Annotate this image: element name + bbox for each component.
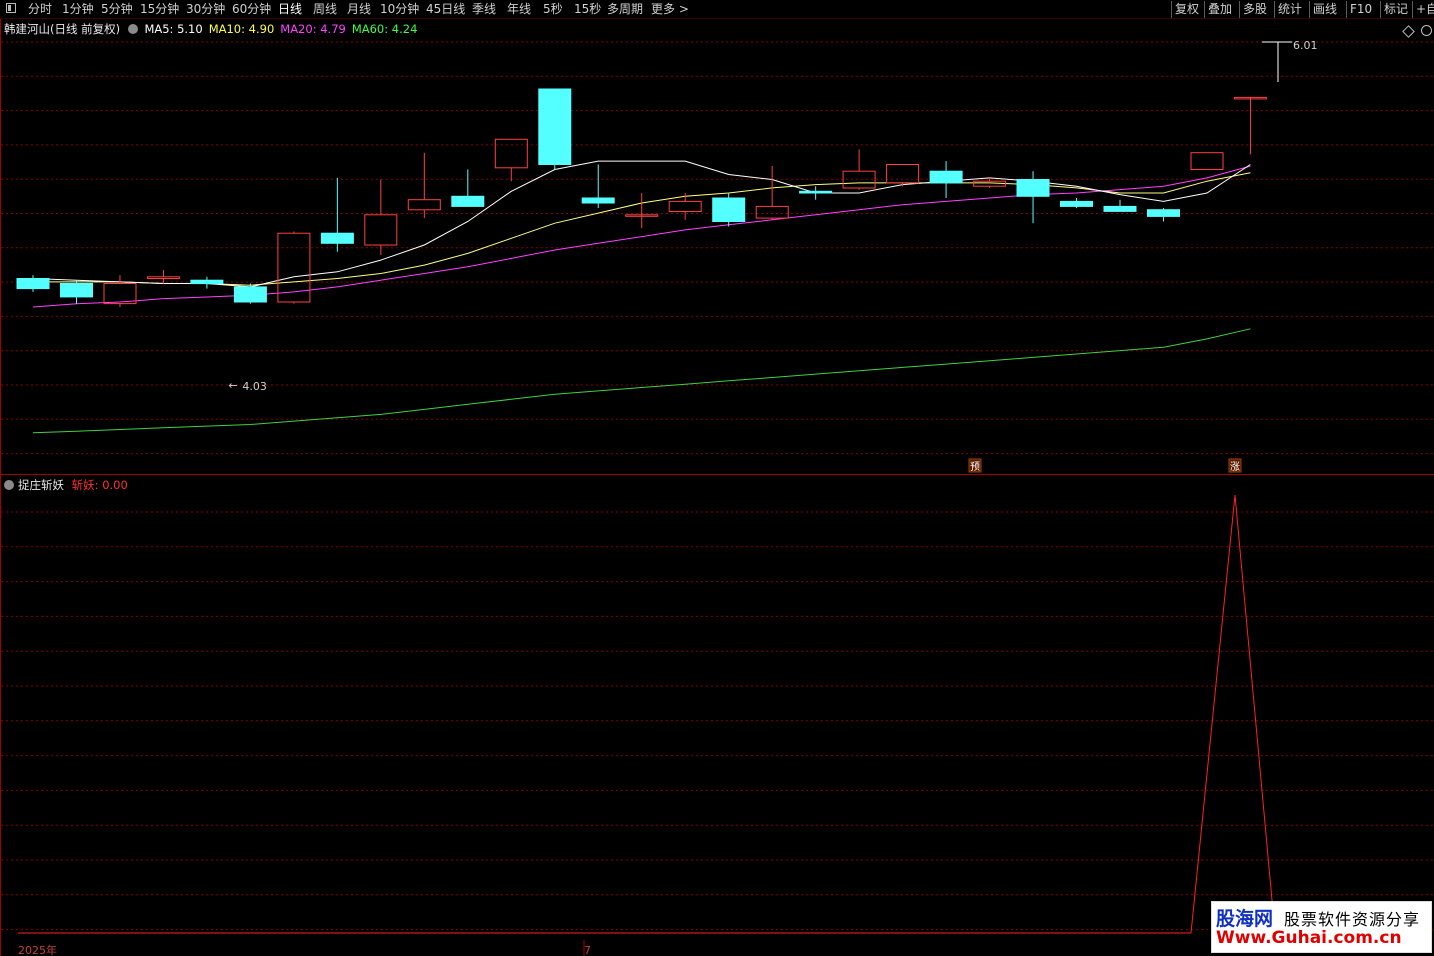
period-tab[interactable]: 季线: [472, 1, 496, 18]
indicator-value: 0.00: [102, 478, 128, 492]
period-tab[interactable]: 15秒: [574, 1, 601, 18]
period-tab[interactable]: 月线: [347, 1, 371, 18]
ma-legend-item: MA20: 4.79: [280, 22, 346, 36]
ma-legend-item: MA60: 4.24: [351, 22, 418, 36]
watermark-logo: 股海网: [1216, 908, 1274, 930]
period-tab[interactable]: 60分钟: [232, 1, 271, 18]
toolbar-separator: [1380, 1, 1381, 18]
toolbar-separator: [1309, 1, 1310, 18]
watermark-url: Www.Guhai.com.cn: [1216, 928, 1402, 948]
watermark: 股海网 股票软件资源分享 Www.Guhai.com.cn: [1211, 901, 1432, 953]
period-label: (日线 前复权): [50, 22, 121, 36]
toolbar-button[interactable]: 复权: [1175, 1, 1199, 18]
indicator-series-label: 斩妖:: [71, 478, 99, 492]
period-tab[interactable]: 45日线: [426, 1, 465, 18]
toolbar-separator: [1412, 1, 1413, 18]
indicator-panel[interactable]: 捉庄斩妖 斩妖: 0.00: [0, 474, 1434, 956]
toolbar-button[interactable]: F10: [1350, 1, 1372, 18]
toolbar-button[interactable]: 统计: [1278, 1, 1302, 18]
toolbar-separator: [1346, 1, 1347, 18]
ma-legend: MA5: 5.10 MA10: 4.90 MA20: 4.79 MA60: 4.24: [144, 22, 423, 36]
ma-settings-icon[interactable]: [127, 24, 138, 34]
sidebar-toggle-icon[interactable]: [6, 3, 16, 13]
indicator-name: 捉庄斩妖: [18, 478, 64, 492]
period-tab[interactable]: 更多 >: [651, 1, 689, 18]
indicator-settings-icon[interactable]: [4, 480, 14, 490]
period-tab[interactable]: 年线: [507, 1, 531, 18]
toolbar-button[interactable]: 画线: [1313, 1, 1337, 18]
period-tab[interactable]: 周线: [313, 1, 337, 18]
ma-legend-item: MA10: 4.90: [208, 22, 275, 36]
watermark-slogan: 股票软件资源分享: [1284, 910, 1421, 929]
toolbar-button[interactable]: 多股: [1243, 1, 1267, 18]
indicator-header: 捉庄斩妖 斩妖: 0.00: [4, 477, 128, 493]
toolbar-button[interactable]: 标记: [1384, 1, 1408, 18]
panel-circle-icon[interactable]: [1421, 25, 1432, 36]
toolbar-separator: [1171, 1, 1172, 18]
stock-name: 韩建河山: [4, 22, 50, 36]
period-tab[interactable]: 30分钟: [186, 1, 225, 18]
period-tab[interactable]: 15分钟: [140, 1, 179, 18]
period-tab[interactable]: 10分钟: [380, 1, 419, 18]
period-tab[interactable]: 日线: [278, 1, 302, 18]
period-tab[interactable]: 5分钟: [101, 1, 133, 18]
panel-diamond-icon[interactable]: [1402, 25, 1415, 38]
chart-header: 韩建河山(日线 前复权) MA5: 5.10 MA10: 4.90 MA20: 4.…: [4, 21, 423, 37]
toolbar-separator: [1239, 1, 1240, 18]
period-tab[interactable]: 分时: [28, 1, 52, 18]
toolbar-button[interactable]: 叠加: [1208, 1, 1232, 18]
toolbar-button[interactable]: +自: [1416, 1, 1434, 18]
toolbar-separator: [1204, 1, 1205, 18]
period-tab[interactable]: 5秒: [543, 1, 563, 18]
period-toolbar: 分时 1分钟 5分钟 15分钟 30分钟 60分钟 日线 周线 月线 10分钟 45日线 季线 年线 5秒…: [0, 0, 1434, 19]
period-tab[interactable]: 多周期: [607, 1, 643, 18]
kline-panel[interactable]: 韩建河山(日线 前复权) MA5: 5.10 MA10: 4.90 MA20: 4.…: [0, 19, 1434, 474]
ma-legend-item: MA5: 5.10: [144, 22, 203, 36]
toolbar-separator: [1274, 1, 1275, 18]
period-tab[interactable]: 1分钟: [62, 1, 94, 18]
